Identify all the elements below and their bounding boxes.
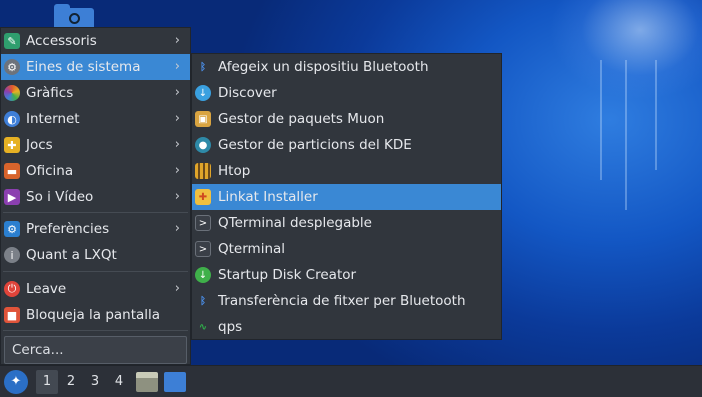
bluetooth-icon: ᛒ [200, 61, 206, 73]
menu-item-leave[interactable]: ⏻ Leave › [1, 276, 190, 302]
workspace-2-button[interactable]: 2 [60, 370, 82, 394]
terminal-icon: > [195, 215, 211, 231]
menu-item-label: Jocs [26, 137, 53, 153]
menu-item-label: Preferències [26, 221, 110, 237]
submenu-eines-de-sistema: ᛒ Afegeix un dispositiu Bluetooth ↓ Disc… [191, 53, 502, 340]
menu-item-jocs[interactable]: ✚ Jocs › [1, 132, 190, 158]
accessories-icon: ✎ [4, 33, 20, 49]
menu-item-accessoris[interactable]: ✎ Accessoris › [1, 28, 190, 54]
discover-icon: ↓ [195, 85, 211, 101]
menu-item-internet[interactable]: ◐ Internet › [1, 106, 190, 132]
submenu-item-label: Gestor de paquets Muon [218, 111, 385, 127]
menu-item-label: So i Vídeo [26, 189, 94, 205]
chevron-right-icon: › [174, 281, 180, 296]
menu-item-preferencies[interactable]: ⚙ Preferències › [1, 216, 190, 242]
workspace-1-button[interactable]: 1 [36, 369, 58, 394]
submenu-item-muon[interactable]: ▣ Gestor de paquets Muon [192, 106, 501, 132]
submenu-item-htop[interactable]: Htop [192, 158, 501, 184]
file-manager-icon[interactable] [136, 371, 158, 392]
submenu-item-qps[interactable]: ∿ qps [192, 314, 501, 340]
submenu-item-label: Linkat Installer [218, 189, 318, 205]
menu-item-oficina[interactable]: ▬ Oficina › [1, 158, 190, 184]
menu-item-quant-a-lxqt[interactable]: i Quant a LXQt [1, 242, 190, 268]
menu-item-label: Gràfics [26, 85, 74, 101]
menu-item-label: Quant a LXQt [26, 247, 117, 263]
submenu-item-bluetooth-transfer[interactable]: ᛒ Transferència de fitxer per Bluetooth [192, 288, 501, 314]
submenu-item-kde-partition[interactable]: ● Gestor de particions del KDE [192, 132, 501, 158]
submenu-item-qterminal-desplegable[interactable]: > QTerminal desplegable [192, 210, 501, 236]
submenu-item-label: Afegeix un dispositiu Bluetooth [218, 59, 429, 75]
start-menu-button[interactable]: ✦ [4, 369, 28, 394]
chevron-right-icon: › [174, 111, 180, 126]
taskbar: ✦ 1 2 3 4 [0, 365, 702, 397]
gear-icon: ⚙ [4, 59, 20, 75]
show-desktop-icon[interactable] [164, 371, 186, 392]
chevron-right-icon: › [174, 163, 180, 178]
submenu-item-discover[interactable]: ↓ Discover [192, 80, 501, 106]
jellyfish-tentacle [625, 60, 627, 210]
submenu-item-label: Gestor de particions del KDE [218, 137, 412, 153]
menu-item-grafics[interactable]: Gràfics › [1, 80, 190, 106]
package-icon: ▣ [195, 111, 211, 127]
multimedia-icon: ▶ [4, 189, 20, 205]
submenu-item-label: qps [218, 319, 243, 335]
search-placeholder: Cerca... [12, 342, 64, 358]
graphics-icon [4, 85, 20, 101]
terminal-icon: > [195, 241, 211, 257]
htop-icon [195, 163, 211, 179]
chevron-right-icon: › [174, 33, 180, 48]
preferences-icon: ⚙ [4, 221, 20, 237]
menu-separator [3, 212, 188, 213]
chevron-right-icon: › [174, 85, 180, 100]
submenu-item-linkat-installer[interactable]: ✚ Linkat Installer [192, 184, 501, 210]
submenu-item-qterminal[interactable]: > Qterminal [192, 236, 501, 262]
submenu-item-label: Startup Disk Creator [218, 267, 357, 283]
partition-icon: ● [195, 137, 211, 153]
application-menu: ✎ Accessoris › ⚙ Eines de sistema › Gràf… [0, 27, 191, 365]
workspace-4-button[interactable]: 4 [108, 370, 130, 394]
jellyfish-tentacle [655, 60, 657, 170]
menu-separator [3, 271, 188, 272]
menu-item-label: Leave [26, 281, 67, 297]
menu-item-label: Accessoris [26, 33, 97, 49]
installer-icon: ✚ [195, 189, 211, 205]
chevron-right-icon: › [174, 221, 180, 236]
power-icon: ⏻ [4, 281, 20, 297]
search-input[interactable]: Cerca... [4, 336, 187, 364]
submenu-item-label: Htop [218, 163, 251, 179]
submenu-item-label: Transferència de fitxer per Bluetooth [218, 293, 466, 309]
workspace-3-button[interactable]: 3 [84, 370, 106, 394]
menu-item-label: Bloqueja la pantalla [26, 307, 161, 323]
submenu-item-afegeix-bluetooth[interactable]: ᛒ Afegeix un dispositiu Bluetooth [192, 54, 501, 80]
submenu-item-startup-disk-creator[interactable]: ↓ Startup Disk Creator [192, 262, 501, 288]
bluetooth-icon: ᛒ [200, 295, 206, 307]
submenu-item-label: QTerminal desplegable [218, 215, 372, 231]
menu-item-label: Eines de sistema [26, 59, 141, 75]
briefcase-icon: ▬ [4, 163, 20, 179]
submenu-item-label: Qterminal [218, 241, 286, 257]
jellyfish-tentacle [600, 60, 602, 180]
menu-item-so-i-video[interactable]: ▶ So i Vídeo › [1, 184, 190, 210]
gamepad-icon: ✚ [4, 137, 20, 153]
chevron-right-icon: › [174, 59, 180, 74]
lock-icon: ■ [4, 307, 20, 323]
globe-icon: ◐ [4, 111, 20, 127]
activity-icon: ∿ [198, 321, 208, 333]
menu-item-label: Internet [26, 111, 80, 127]
menu-item-bloqueja-la-pantalla[interactable]: ■ Bloqueja la pantalla [1, 302, 190, 328]
chevron-right-icon: › [174, 137, 180, 152]
chevron-right-icon: › [174, 189, 180, 204]
submenu-item-label: Discover [218, 85, 277, 101]
menu-item-label: Oficina [26, 163, 74, 179]
menu-item-eines-de-sistema[interactable]: ⚙ Eines de sistema › [1, 54, 190, 80]
menu-separator [3, 330, 188, 331]
download-icon: ↓ [195, 267, 211, 283]
info-icon: i [4, 247, 20, 263]
